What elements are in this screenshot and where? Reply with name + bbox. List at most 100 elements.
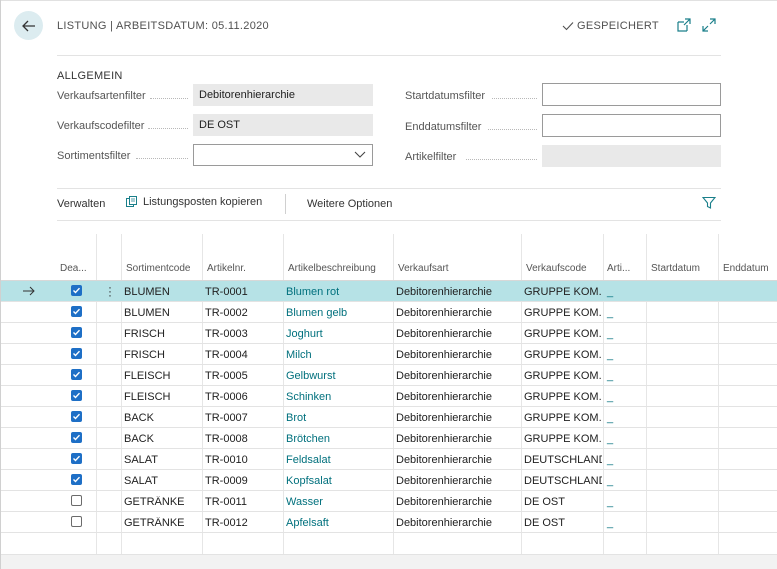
table-row[interactable]: BLUMEN TR-0002 Blumen gelb Debitorenhierarc… bbox=[0, 302, 777, 323]
column-header-dea[interactable]: Dea... bbox=[60, 263, 87, 274]
table-row[interactable]: BACK TR-0008 Brötchen Debitorenhierarchie GR… bbox=[0, 428, 777, 449]
cell-description[interactable]: Gelbwurst bbox=[286, 370, 391, 382]
table-row[interactable]: GETRÄNKE TR-0011 Wasser Debitorenhierarchie… bbox=[0, 491, 777, 512]
row-checkbox[interactable] bbox=[71, 348, 82, 359]
cell-item-no: TR-0004 bbox=[205, 349, 248, 361]
cell-assortment: BLUMEN bbox=[124, 307, 170, 319]
arrow-left-icon bbox=[21, 20, 35, 31]
cell-arti-link[interactable]: _ bbox=[607, 286, 613, 298]
check-icon bbox=[562, 22, 574, 31]
cell-arti-link[interactable]: _ bbox=[607, 454, 613, 466]
cell-sales-code: DE OST bbox=[524, 517, 565, 529]
filter-icon[interactable] bbox=[702, 196, 716, 210]
cell-sales-type: Debitorenhierarchie bbox=[396, 433, 492, 445]
cell-description[interactable]: Schinken bbox=[286, 391, 391, 403]
cell-description[interactable]: Apfelsaft bbox=[286, 517, 391, 529]
cell-description[interactable]: Joghurt bbox=[286, 328, 391, 340]
cell-arti-link[interactable]: _ bbox=[607, 475, 613, 487]
row-actions-icon[interactable]: · · · bbox=[108, 281, 112, 301]
cell-arti-link[interactable]: _ bbox=[607, 307, 613, 319]
cell-description[interactable]: Blumen rot bbox=[286, 286, 391, 298]
cell-description[interactable]: Feldsalat bbox=[286, 454, 391, 466]
field-label-sales-code-filter: Verkaufscodefilter bbox=[57, 120, 145, 132]
column-header-item-no[interactable]: Artikelnr. bbox=[207, 263, 246, 274]
cell-item-no: TR-0005 bbox=[205, 370, 248, 382]
back-button[interactable] bbox=[14, 11, 43, 40]
cell-sales-type: Debitorenhierarchie bbox=[396, 286, 492, 298]
row-checkbox[interactable] bbox=[71, 306, 82, 317]
row-checkbox[interactable] bbox=[71, 390, 82, 401]
field-label-end-date-filter: Enddatumsfilter bbox=[405, 121, 482, 133]
column-header-sales-code[interactable]: Verkaufscode bbox=[526, 263, 587, 274]
row-checkbox[interactable] bbox=[71, 495, 82, 506]
start-date-filter-field[interactable] bbox=[542, 83, 721, 106]
cell-description[interactable]: Wasser bbox=[286, 496, 391, 508]
cell-assortment: GETRÄNKE bbox=[124, 517, 185, 529]
sales-type-filter-field[interactable]: Debitorenhierarchie bbox=[193, 84, 373, 106]
field-label-assortment-filter: Sortimentsfilter bbox=[57, 150, 131, 162]
cell-arti-link[interactable]: _ bbox=[607, 370, 613, 382]
column-header-start-date[interactable]: Startdatum bbox=[651, 263, 700, 274]
column-header-description[interactable]: Artikelbeschreibung bbox=[288, 263, 376, 274]
cell-arti-link[interactable]: _ bbox=[607, 391, 613, 403]
manage-menu[interactable]: Verwalten bbox=[57, 198, 105, 210]
cell-item-no: TR-0008 bbox=[205, 433, 248, 445]
table-row[interactable]: SALAT TR-0009 Kopfsalat Debitorenhierarchie… bbox=[0, 470, 777, 491]
cell-sales-code: GRUPPE KOM... bbox=[524, 307, 602, 319]
section-title-general: ALLGEMEIN bbox=[57, 70, 123, 82]
cell-item-no: TR-0010 bbox=[205, 454, 248, 466]
table-row[interactable]: FLEISCH TR-0006 Schinken Debitorenhierarchi… bbox=[0, 386, 777, 407]
row-checkbox[interactable] bbox=[71, 411, 82, 422]
cell-item-no: TR-0001 bbox=[205, 286, 248, 298]
column-header-end-date[interactable]: Enddatum bbox=[723, 263, 769, 274]
cell-description[interactable]: Brötchen bbox=[286, 433, 391, 445]
cell-item-no: TR-0009 bbox=[205, 475, 248, 487]
copy-listing-entries-button[interactable]: Listungsposten kopieren bbox=[126, 196, 262, 208]
chevron-down-icon bbox=[354, 151, 366, 158]
column-header-arti[interactable]: Arti... bbox=[607, 263, 630, 274]
table-row[interactable]: GETRÄNKE TR-0012 Apfelsaft Debitorenhierarc… bbox=[0, 512, 777, 533]
cell-arti-link[interactable]: _ bbox=[607, 517, 613, 529]
table-row[interactable]: FRISCH TR-0004 Milch Debitorenhierarchie GRU… bbox=[0, 344, 777, 365]
cell-arti-link[interactable]: _ bbox=[607, 328, 613, 340]
cell-assortment: FRISCH bbox=[124, 328, 165, 340]
row-checkbox[interactable] bbox=[71, 327, 82, 338]
cell-sales-type: Debitorenhierarchie bbox=[396, 370, 492, 382]
cell-arti-link[interactable]: _ bbox=[607, 496, 613, 508]
item-filter-field[interactable] bbox=[542, 145, 721, 167]
row-checkbox[interactable] bbox=[71, 432, 82, 443]
end-date-filter-field[interactable] bbox=[542, 114, 721, 137]
cell-sales-code: DE OST bbox=[524, 496, 565, 508]
cell-description[interactable]: Blumen gelb bbox=[286, 307, 391, 319]
field-label-start-date-filter: Startdatumsfilter bbox=[405, 90, 486, 102]
cell-arti-link[interactable]: _ bbox=[607, 349, 613, 361]
current-row-arrow-icon bbox=[23, 286, 35, 296]
expand-icon[interactable] bbox=[701, 17, 717, 33]
assortment-filter-dropdown[interactable] bbox=[193, 144, 373, 166]
table-row[interactable]: BACK TR-0007 Brot Debitorenhierarchie GRUPPE… bbox=[0, 407, 777, 428]
row-checkbox[interactable] bbox=[71, 285, 82, 296]
row-checkbox[interactable] bbox=[71, 516, 82, 527]
row-checkbox[interactable] bbox=[71, 453, 82, 464]
open-in-new-window-icon[interactable] bbox=[676, 17, 692, 33]
cell-description[interactable]: Milch bbox=[286, 349, 391, 361]
cell-sales-code: GRUPPE KOM... bbox=[524, 433, 602, 445]
cell-sales-type: Debitorenhierarchie bbox=[396, 307, 492, 319]
table-row[interactable]: · · · BLUMEN TR-0001 Blumen rot Debitorenhiera… bbox=[0, 281, 777, 302]
cell-description[interactable]: Kopfsalat bbox=[286, 475, 391, 487]
table-row[interactable]: FRISCH TR-0003 Joghurt Debitorenhierarchie G… bbox=[0, 323, 777, 344]
cell-description[interactable]: Brot bbox=[286, 412, 391, 424]
row-checkbox[interactable] bbox=[71, 474, 82, 485]
table-row[interactable]: SALAT TR-0010 Feldsalat Debitorenhierarchie… bbox=[0, 449, 777, 470]
cell-arti-link[interactable]: _ bbox=[607, 412, 613, 424]
column-header-sales-type[interactable]: Verkaufsart bbox=[398, 263, 449, 274]
cell-item-no: TR-0007 bbox=[205, 412, 248, 424]
table-row[interactable]: FLEISCH TR-0005 Gelbwurst Debitorenhierarch… bbox=[0, 365, 777, 386]
cell-arti-link[interactable]: _ bbox=[607, 433, 613, 445]
cell-assortment: FLEISCH bbox=[124, 370, 171, 382]
cell-assortment: BACK bbox=[124, 433, 154, 445]
more-options-button[interactable]: Weitere Optionen bbox=[307, 198, 392, 210]
row-checkbox[interactable] bbox=[71, 369, 82, 380]
column-header-assortment[interactable]: Sortimentcode bbox=[126, 263, 190, 274]
sales-code-filter-field[interactable]: DE OST bbox=[193, 114, 373, 136]
